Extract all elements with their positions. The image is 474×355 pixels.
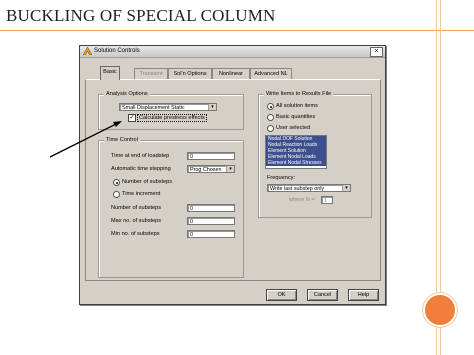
pointer-arrow [49, 121, 122, 158]
tab-basic[interactable]: Basic [100, 66, 120, 80]
